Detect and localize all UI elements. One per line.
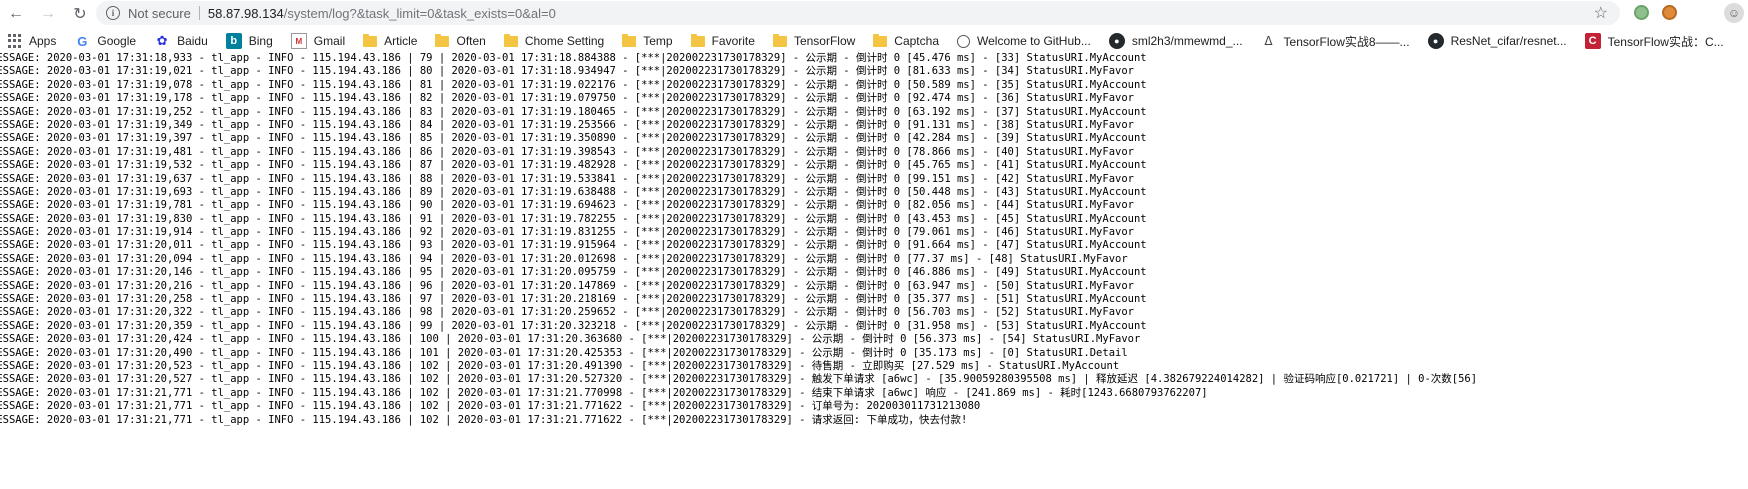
log-line: MESSAGE: 2020-03-01 17:31:19,078 - tl_ap… [0, 78, 1147, 91]
back-arrow-icon: ← [8, 5, 24, 22]
cookie-extension-icon[interactable] [1662, 5, 1677, 20]
log-line: MESSAGE: 2020-03-01 17:31:19,637 - tl_ap… [0, 172, 1134, 185]
log-line: MESSAGE: 2020-03-01 17:31:20,527 - tl_ap… [0, 373, 1478, 386]
extension-icon[interactable] [1634, 5, 1649, 20]
log-line: MESSAGE: 2020-03-01 17:31:20,094 - tl_ap… [0, 252, 1128, 265]
baidu-icon: ✿ [156, 33, 168, 48]
bookmark-item[interactable]: b Bing [220, 30, 279, 52]
bookmark-item[interactable]: ● sml2h3/mmewmd_... [1103, 30, 1249, 52]
apps-icon [6, 33, 22, 49]
bookmark-label: TensorFlow实战8——... [1283, 34, 1410, 49]
bookmark-label: Favorite [711, 34, 755, 48]
info-icon[interactable]: i [106, 6, 120, 20]
bookmark-item[interactable]: Temp [616, 30, 678, 52]
folder-icon [435, 33, 450, 47]
csdn-icon: C [1584, 33, 1601, 49]
folder-icon [622, 33, 637, 47]
forward-button[interactable]: → [38, 4, 58, 24]
bookmark-item[interactable]: C TensorFlow实战：C... [1579, 30, 1730, 52]
folder-icon [363, 33, 378, 47]
folder-icon [690, 33, 705, 47]
bookmark-item[interactable]: Apps [0, 30, 62, 52]
log-line: MESSAGE: 2020-03-01 17:31:20,146 - tl_ap… [0, 266, 1147, 279]
sml-icon: ᐃ [1264, 34, 1273, 48]
bookmark-label: Chome Setting [524, 34, 605, 48]
bookmark-item[interactable]: Captcha [867, 30, 945, 52]
gmail-icon: M [290, 33, 307, 49]
bookmark-item[interactable]: TensorFlow [767, 30, 861, 52]
google-icon: G [77, 33, 88, 49]
bookmark-label: Gmail [313, 34, 346, 48]
bookmarks-bar: Apps G Google ✿ Baidu b Bing M Gmail Article Often… [0, 29, 1748, 53]
bookmark-item[interactable]: M Gmail [285, 30, 351, 52]
log-line: MESSAGE: 2020-03-01 17:31:19,532 - tl_ap… [0, 159, 1147, 172]
log-line: MESSAGE: 2020-03-01 17:31:20,322 - tl_ap… [0, 306, 1134, 319]
log-line: MESSAGE: 2020-03-01 17:31:19,252 - tl_ap… [0, 105, 1147, 118]
log-line: MESSAGE: 2020-03-01 17:31:19,397 - tl_ap… [0, 132, 1147, 145]
log-line: MESSAGE: 2020-03-01 17:31:21,771 - tl_ap… [0, 400, 981, 413]
bookmark-item[interactable]: G Google [68, 30, 142, 52]
folder-icon [873, 33, 888, 47]
folder-icon [503, 33, 518, 47]
bookmark-label: TensorFlow [793, 34, 856, 48]
log-line: MESSAGE: 2020-03-01 17:31:20,359 - tl_ap… [0, 319, 1147, 332]
url-path: /system/log?&task_limit=0&task_exists=0&… [283, 5, 556, 21]
log-line: MESSAGE: 2020-03-01 17:31:19,693 - tl_ap… [0, 185, 1147, 198]
github-icon: ● [1108, 33, 1125, 49]
log-line: MESSAGE: 2020-03-01 17:31:18,933 - tl_ap… [0, 52, 1147, 64]
bookmark-item[interactable]: Welcome to GitHub... [951, 30, 1097, 52]
bookmark-label: Baidu [177, 34, 208, 48]
bookmark-label: sml2h3/mmewmd_... [1131, 34, 1243, 48]
log-line: MESSAGE: 2020-03-01 17:31:19,178 - tl_ap… [0, 92, 1134, 105]
bookmark-item[interactable]: Favorite [685, 30, 761, 52]
reload-icon: ↻ [73, 6, 87, 23]
log-line: MESSAGE: 2020-03-01 17:31:21,771 - tl_ap… [0, 386, 1208, 399]
bookmark-label: Apps [29, 34, 57, 48]
url-host: 58.87.98.134 [207, 5, 284, 21]
bookmark-label: Welcome to GitHub... [977, 34, 1091, 48]
bookmark-star-icon[interactable]: ☆ [1594, 3, 1608, 23]
globe-icon [957, 34, 970, 48]
bookmark-label: ResNet_cifar/resnet... [1450, 34, 1567, 48]
bookmark-item[interactable]: Often [429, 30, 491, 52]
folder-icon [772, 33, 787, 47]
bookmark-item[interactable]: ᐃ TensorFlow实战8——... [1255, 30, 1416, 52]
log-line: MESSAGE: 2020-03-01 17:31:19,781 - tl_ap… [0, 199, 1134, 212]
log-line: MESSAGE: 2020-03-01 17:31:20,523 - tl_ap… [0, 359, 1120, 372]
address-bar[interactable]: i Not secure 58.87.98.134/system/log?&ta… [96, 1, 1620, 25]
bookmark-label: Google [97, 34, 137, 48]
log-output: MESSAGE: 2020-03-01 17:31:18,933 - tl_ap… [0, 52, 1748, 489]
log-line: MESSAGE: 2020-03-01 17:31:19,021 - tl_ap… [0, 65, 1134, 78]
bookmark-label: Often [456, 34, 486, 48]
bookmark-label: Article [384, 34, 418, 48]
log-line: MESSAGE: 2020-03-01 17:31:19,349 - tl_ap… [0, 118, 1134, 131]
log-line: MESSAGE: 2020-03-01 17:31:20,258 - tl_ap… [0, 293, 1147, 306]
log-line: MESSAGE: 2020-03-01 17:31:20,011 - tl_ap… [0, 239, 1147, 252]
bookmark-label: Temp [643, 34, 673, 48]
bookmark-item[interactable]: ● ResNet_cifar/resnet... [1422, 30, 1573, 52]
log-line: MESSAGE: 2020-03-01 17:31:19,481 - tl_ap… [0, 145, 1134, 158]
url-text[interactable]: 58.87.98.134/system/log?&task_limit=0&ta… [208, 6, 556, 21]
back-button[interactable]: ← [6, 4, 26, 24]
address-separator [198, 6, 200, 20]
bookmark-item[interactable]: Article [357, 30, 423, 52]
bookmark-label: TensorFlow实战：C... [1607, 34, 1724, 49]
log-line: MESSAGE: 2020-03-01 17:31:20,424 - tl_ap… [0, 333, 1141, 346]
bookmark-label: Captcha [894, 34, 939, 48]
bookmark-label: Bing [248, 34, 273, 48]
security-label[interactable]: Not secure [128, 6, 191, 21]
log-line: MESSAGE: 2020-03-01 17:31:20,490 - tl_ap… [0, 346, 1128, 359]
forward-arrow-icon: → [40, 5, 56, 22]
log-line: MESSAGE: 2020-03-01 17:31:20,216 - tl_ap… [0, 279, 1134, 292]
bookmark-item[interactable]: ✿ Baidu [148, 30, 214, 52]
bing-icon: b [225, 33, 242, 49]
log-line: MESSAGE: 2020-03-01 17:31:19,830 - tl_ap… [0, 212, 1147, 225]
log-line: MESSAGE: 2020-03-01 17:31:21,771 - tl_ap… [0, 413, 968, 426]
github-icon: ● [1427, 33, 1444, 49]
profile-avatar-icon[interactable]: ☺ [1724, 3, 1744, 23]
bookmark-item[interactable]: Chome Setting [498, 30, 610, 52]
reload-button[interactable]: ↻ [70, 4, 90, 24]
browser-toolbar: ← → ↻ i Not secure 58.87.98.134/system/l… [0, 0, 1748, 28]
log-line: MESSAGE: 2020-03-01 17:31:19,914 - tl_ap… [0, 226, 1134, 239]
